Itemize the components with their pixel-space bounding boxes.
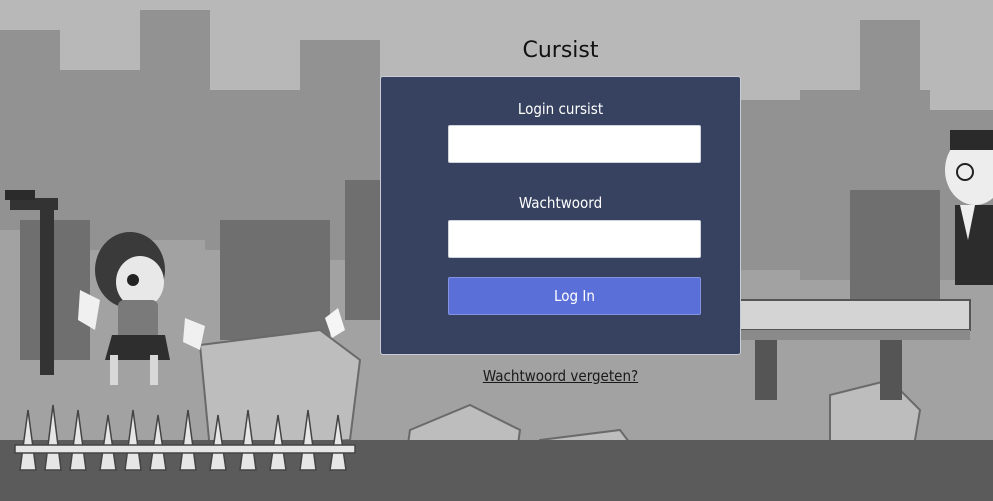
username-label: Login cursist	[517, 100, 604, 118]
page-title: Cursist	[522, 38, 599, 63]
password-label: Wachtwoord	[518, 194, 603, 212]
password-input[interactable]	[448, 220, 701, 258]
forgot-password-link[interactable]: Wachtwoord vergeten?	[380, 367, 741, 385]
login-button[interactable]: Log In	[448, 277, 701, 315]
username-input[interactable]	[448, 125, 701, 163]
login-card: Login cursist Wachtwoord Log In	[380, 76, 741, 355]
